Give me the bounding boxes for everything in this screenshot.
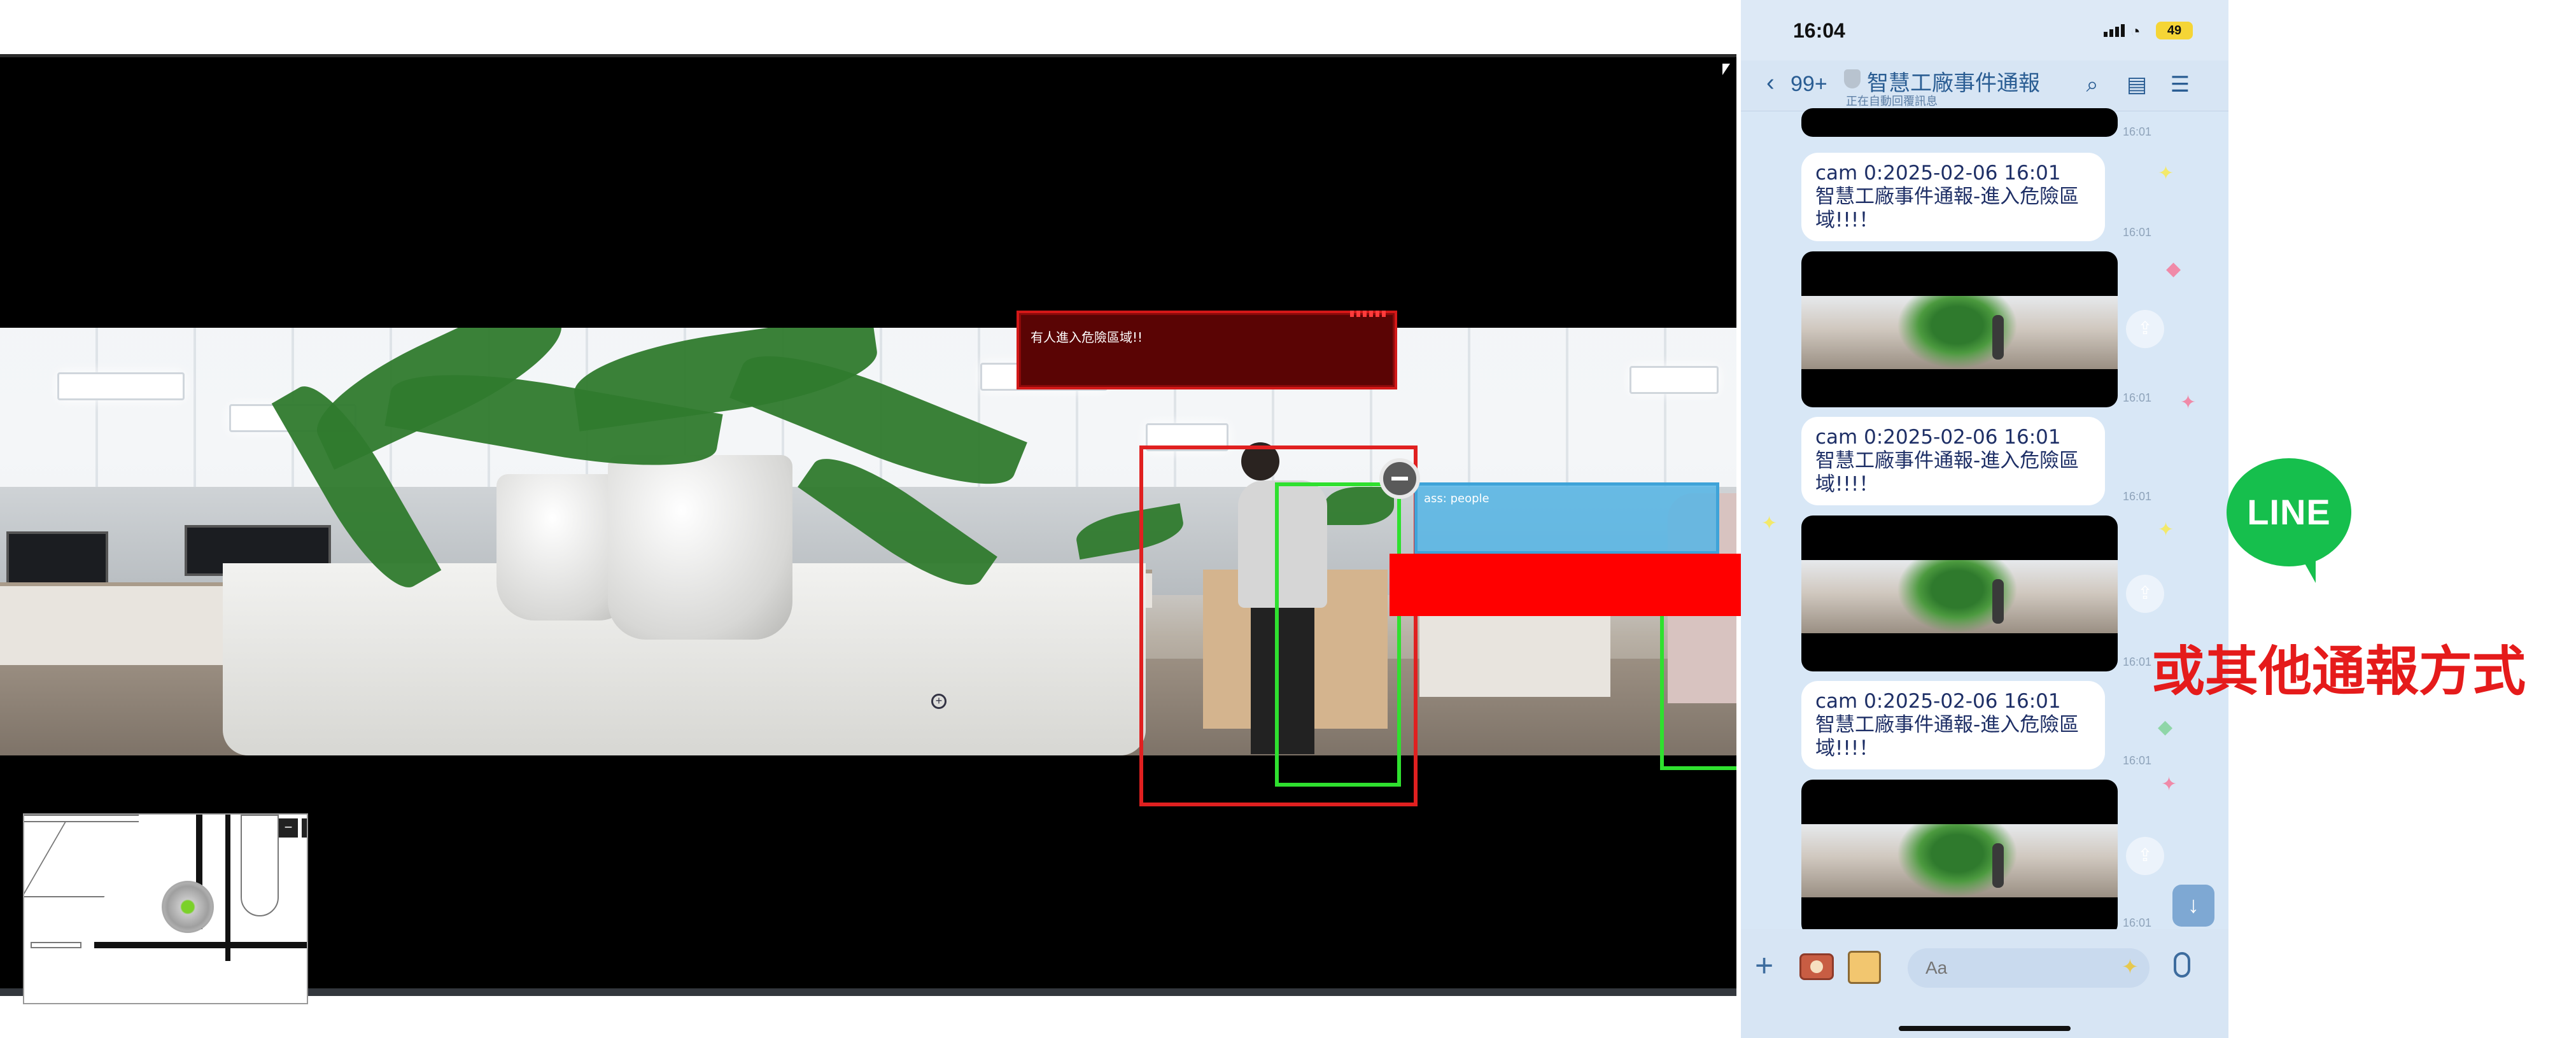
image-message[interactable] bbox=[1801, 780, 2118, 936]
map-wall bbox=[94, 942, 307, 948]
search-icon[interactable]: ⌕ bbox=[2080, 72, 2105, 97]
alert-text: 有人進入危險區域!! bbox=[1031, 330, 1143, 345]
unread-count[interactable]: 99+ bbox=[1791, 72, 1827, 97]
share-icon[interactable]: ⇪ bbox=[2126, 310, 2164, 348]
image-message[interactable] bbox=[1801, 515, 2118, 671]
alert-stripes bbox=[1350, 311, 1388, 317]
text-message[interactable]: cam 0:2025-02-06 16:01 智慧工廠事件通報-進入危險區 域!… bbox=[1801, 417, 2105, 505]
message-time: 16:01 bbox=[2123, 490, 2152, 503]
ceiling-light bbox=[1629, 366, 1719, 394]
status-bar: 16:04 ◔ 49 bbox=[1741, 0, 2228, 60]
desk bbox=[0, 582, 229, 665]
chat-messages[interactable]: 16:01 cam 0:2025-02-06 16:01 智慧工廠事件通報-進入… bbox=[1741, 108, 2228, 936]
message-time: 16:01 bbox=[2123, 656, 2152, 668]
flow-arrow-body bbox=[1390, 554, 1752, 616]
camera-marker-icon[interactable] bbox=[162, 881, 214, 933]
floor-minimap[interactable]: − ⤢ bbox=[23, 813, 308, 1004]
sparkle-icon: ◆ bbox=[2166, 258, 2181, 279]
photo-icon[interactable] bbox=[1848, 951, 1881, 984]
battery-icon: 49 bbox=[2156, 22, 2193, 39]
message-line: 域!!!！ bbox=[1815, 209, 1879, 232]
sparkle-icon: ✦ bbox=[1761, 513, 1778, 534]
planter bbox=[608, 455, 792, 640]
caption-other-notification: 或其他通報方式 bbox=[2151, 640, 2526, 703]
camera-viewer[interactable]: 有人進入危險區域!! ass: people + − ⤢ bbox=[0, 54, 1736, 1004]
back-button[interactable]: ‹ bbox=[1766, 69, 1775, 97]
message-input-bar: + ✦ bbox=[1741, 929, 2228, 1038]
scroll-down-button[interactable]: ↓ bbox=[2172, 885, 2214, 927]
sparkle-icon: ✦ bbox=[2158, 163, 2174, 184]
class-label-text: ass: people bbox=[1424, 492, 1489, 505]
line-logo-text: LINE bbox=[2247, 492, 2331, 532]
message-line: cam 0:2025-02-06 16:01 bbox=[1815, 162, 2061, 185]
line-logo: LINE bbox=[2227, 458, 2351, 583]
map-outline bbox=[31, 942, 81, 948]
share-icon[interactable]: ⇪ bbox=[2126, 575, 2164, 613]
mouse-cursor-icon bbox=[1722, 64, 1730, 75]
text-message[interactable]: cam 0:2025-02-06 16:01 智慧工廠事件通報-進入危險區 域!… bbox=[1801, 681, 2105, 769]
plus-icon[interactable]: + bbox=[1755, 947, 1773, 984]
microphone-icon[interactable] bbox=[2174, 952, 2190, 978]
clock: 16:04 bbox=[1793, 19, 1845, 42]
message-line: 域!!!！ bbox=[1815, 737, 1879, 760]
message-input[interactable] bbox=[1908, 948, 2150, 988]
image-message[interactable] bbox=[1801, 251, 2118, 407]
message-line: cam 0:2025-02-06 16:01 bbox=[1815, 426, 2061, 449]
message-line: 智慧工廠事件通報-進入危險區 bbox=[1815, 713, 2080, 736]
sparkle-icon: ◆ bbox=[2158, 717, 2173, 738]
message-time: 16:01 bbox=[2123, 125, 2152, 138]
class-label: ass: people bbox=[1414, 482, 1719, 554]
message-time: 16:01 bbox=[2123, 754, 2152, 767]
message-time: 16:01 bbox=[2123, 391, 2152, 404]
sparkle-icon: ✦ bbox=[2180, 392, 2197, 413]
monitor bbox=[6, 531, 108, 589]
text-message[interactable]: cam 0:2025-02-06 16:01 智慧工廠事件通報-進入危險區 域!… bbox=[1801, 153, 2105, 241]
message-line: 智慧工廠事件通報-進入危險區 bbox=[1815, 185, 2080, 208]
share-icon[interactable]: ⇪ bbox=[2126, 837, 2164, 875]
message-line: cam 0:2025-02-06 16:01 bbox=[1815, 690, 2061, 713]
map-outline bbox=[241, 815, 279, 916]
message-line: 域!!!！ bbox=[1815, 473, 1879, 496]
signal-icon bbox=[2104, 24, 2127, 37]
message-time: 16:01 bbox=[2123, 916, 2152, 929]
menu-icon[interactable]: ☰ bbox=[2167, 72, 2193, 97]
person-detection-box bbox=[1660, 598, 1736, 770]
person-detection-box bbox=[1275, 482, 1401, 787]
ceiling-light bbox=[57, 372, 185, 400]
home-indicator bbox=[1899, 1026, 2071, 1031]
crosshair-icon: + bbox=[931, 694, 947, 709]
notes-icon[interactable]: ▤ bbox=[2124, 72, 2150, 97]
shield-icon bbox=[1844, 69, 1861, 88]
line-chat-screen: 16:04 ◔ 49 ‹ 99+ 智慧工廠事件通報 正在自動回覆訊息 ⌕ ▤ ☰… bbox=[1741, 0, 2228, 1038]
sparkle-icon: ✦ bbox=[2158, 519, 2174, 540]
map-wall bbox=[225, 815, 230, 961]
message-line: 智慧工廠事件通報-進入危險區 bbox=[1815, 449, 2080, 472]
message-time: 16:01 bbox=[2123, 226, 2152, 239]
map-outline bbox=[24, 821, 148, 897]
camera-icon[interactable] bbox=[1799, 953, 1834, 980]
chat-subtitle: 正在自動回覆訊息 bbox=[1846, 95, 1938, 108]
minimap-minimize-button[interactable]: − bbox=[279, 818, 298, 838]
image-message[interactable] bbox=[1801, 108, 2118, 137]
chat-header: ‹ 99+ 智慧工廠事件通報 正在自動回覆訊息 ⌕ ▤ ☰ bbox=[1741, 60, 2228, 111]
sparkle-icon: ✦ bbox=[2161, 774, 2178, 795]
danger-zone-alert: 有人進入危險區域!! bbox=[1017, 311, 1397, 389]
wifi-icon: ◔ bbox=[2130, 22, 2141, 41]
remove-zone-button[interactable] bbox=[1379, 458, 1420, 499]
minimap-expand-button[interactable]: ⤢ bbox=[302, 818, 307, 838]
emoji-icon[interactable]: ✦ bbox=[2122, 955, 2139, 979]
